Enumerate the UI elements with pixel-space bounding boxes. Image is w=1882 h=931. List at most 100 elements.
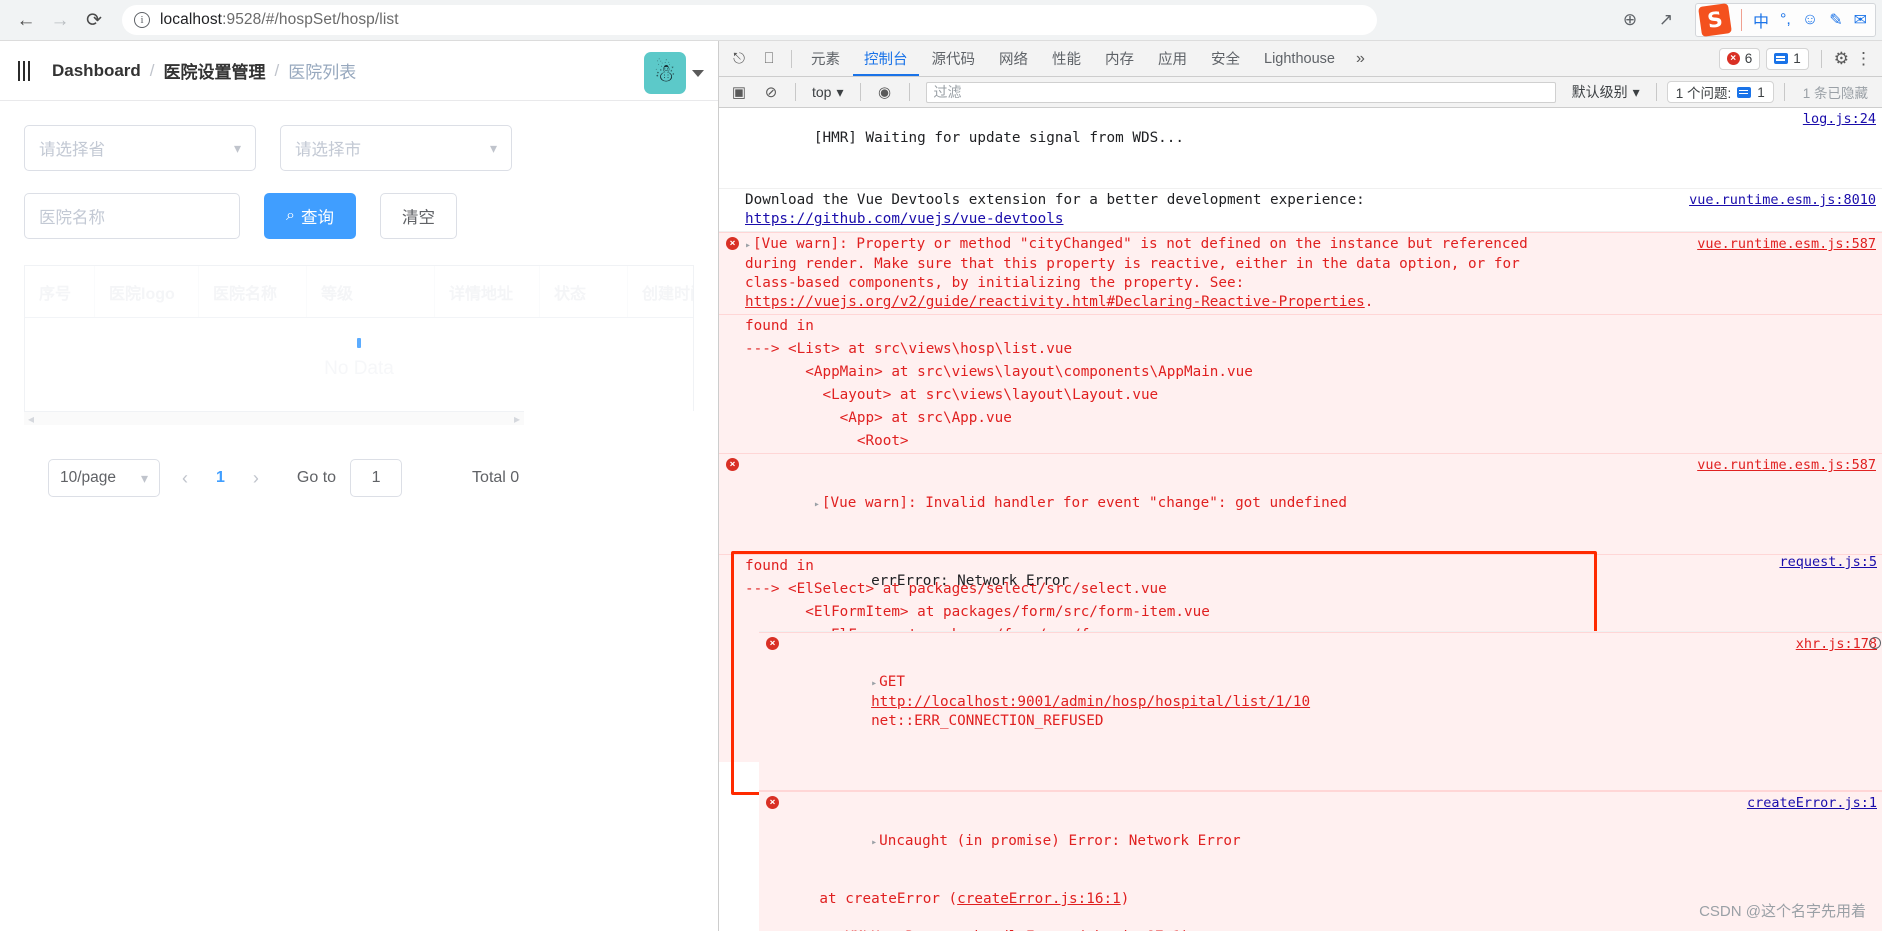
- table-horizontal-scrollbar[interactable]: ◂ ▸: [24, 411, 524, 426]
- clock-icon: [1869, 637, 1881, 649]
- tab-lighthouse[interactable]: Lighthouse: [1253, 41, 1346, 76]
- breadcrumb-item-dashboard[interactable]: Dashboard: [52, 61, 141, 81]
- sogou-ime-toolbar[interactable]: S 中 °, ☺ ✎ ✉: [1694, 3, 1876, 37]
- error-icon: ×: [1726, 52, 1740, 65]
- console-source-link[interactable]: createError.js:1: [1747, 794, 1877, 813]
- hospital-name-input[interactable]: 医院名称: [24, 193, 240, 239]
- device-toolbar-icon[interactable]: ⎕: [755, 46, 783, 72]
- goto-page-input[interactable]: 1: [350, 459, 403, 497]
- ime-mic-icon[interactable]: ✉: [1854, 10, 1867, 30]
- app-content: 请选择省 ▾ 请选择市 ▾ 医院名称 ⌕ 查询 清空 序号 医院logo 医院名…: [0, 101, 718, 497]
- expand-triangle-icon[interactable]: ▸: [871, 678, 877, 689]
- forward-icon[interactable]: →: [44, 4, 76, 36]
- page-size-value: 10/page: [60, 469, 117, 486]
- tab-network[interactable]: 网络: [988, 41, 1039, 76]
- live-expression-eye-icon[interactable]: ◉: [871, 79, 899, 105]
- watermark: CSDN @这个名字先用着: [1699, 903, 1866, 920]
- console-output[interactable]: [HMR] Waiting for update signal from WDS…: [719, 108, 1882, 931]
- vue-devtools-link[interactable]: https://github.com/vuejs/vue-devtools: [745, 211, 1063, 227]
- clear-button[interactable]: 清空: [379, 193, 457, 239]
- menu-toggle-icon[interactable]: [18, 60, 30, 81]
- ime-pen-icon[interactable]: ✎: [1829, 10, 1842, 30]
- issues-label: 1 个问题:: [1675, 86, 1732, 101]
- execution-context-select[interactable]: top ▾: [806, 84, 850, 101]
- message-count-badge[interactable]: 1: [1766, 47, 1809, 70]
- ime-punctuation-icon[interactable]: °,: [1780, 11, 1791, 29]
- search-button[interactable]: ⌕ 查询: [264, 193, 356, 239]
- url-text: localhost:9528/#/hospSet/hosp/list: [160, 11, 399, 29]
- expand-triangle-icon[interactable]: ▸: [745, 240, 751, 251]
- address-bar[interactable]: i localhost:9528/#/hospSet/hosp/list: [122, 5, 1377, 35]
- tab-security[interactable]: 安全: [1200, 41, 1251, 76]
- ime-language-icon[interactable]: 中: [1753, 8, 1769, 32]
- avatar-figure-icon: ☃: [653, 59, 677, 88]
- tab-application[interactable]: 应用: [1147, 41, 1198, 76]
- tab-performance[interactable]: 性能: [1041, 41, 1092, 76]
- clear-console-icon[interactable]: ⊘: [757, 79, 785, 105]
- ime-emoji-icon[interactable]: ☺: [1802, 11, 1818, 29]
- scroll-indicators: ◂ ▸: [28, 412, 520, 426]
- url-host: localhost: [160, 11, 223, 28]
- console-text: errError: Network Error: [871, 573, 1070, 589]
- console-row-errerror-1[interactable]: errError: Network Error request.js:5: [759, 551, 1882, 632]
- console-source-link[interactable]: request.js:5: [1779, 553, 1877, 572]
- prev-page-button[interactable]: ‹: [174, 468, 196, 489]
- console-source-link[interactable]: vue.runtime.esm.js:587: [1697, 456, 1876, 475]
- site-info-icon[interactable]: i: [134, 12, 150, 28]
- stack-line-1-suffix: ): [1120, 891, 1130, 907]
- console-source-link[interactable]: vue.runtime.esm.js:8010: [1689, 191, 1876, 210]
- gear-icon[interactable]: ⚙: [1834, 49, 1849, 69]
- error-count-badge[interactable]: × 6: [1718, 47, 1761, 70]
- tab-elements[interactable]: 元素: [800, 41, 851, 76]
- message-icon: [1774, 53, 1789, 64]
- back-icon[interactable]: ←: [10, 4, 42, 36]
- console-row-trace: <Layout> at src\views\layout\Layout.vue: [719, 384, 1882, 407]
- breadcrumb-item-hospital-settings[interactable]: 医院设置管理: [164, 58, 266, 83]
- stack-line-1-link[interactable]: createError.js:16:1: [957, 891, 1121, 907]
- console-row-vue-warn-change[interactable]: × ▸ [Vue warn]: Invalid handler for event…: [719, 453, 1882, 555]
- network-error-group: errError: Network Error request.js:5 × ▸…: [731, 551, 1882, 931]
- request-url-link[interactable]: http://localhost:9001/admin/hosp/hospita…: [871, 694, 1310, 710]
- issues-count: 1: [1757, 84, 1765, 100]
- console-filter-input[interactable]: 过滤: [925, 81, 1556, 103]
- console-source-link[interactable]: xhr.js:178: [1796, 635, 1877, 654]
- avatar[interactable]: ☃: [644, 52, 686, 94]
- stack-line-1-prefix: at createError (: [785, 891, 958, 907]
- city-select[interactable]: 请选择市 ▾: [280, 125, 512, 171]
- sogou-logo-icon[interactable]: S: [1698, 3, 1732, 37]
- tab-sources[interactable]: 源代码: [921, 41, 987, 76]
- expand-triangle-icon[interactable]: ▸: [871, 837, 877, 848]
- reload-icon[interactable]: ⟳: [78, 4, 110, 36]
- console-sidebar-icon[interactable]: ▣: [725, 79, 753, 105]
- console-source-link[interactable]: log.js:24: [1803, 110, 1876, 129]
- console-row-hmr[interactable]: [HMR] Waiting for update signal from WDS…: [719, 108, 1882, 189]
- page-size-select[interactable]: 10/page ▾: [48, 459, 160, 497]
- console-row-vue-warn-citychanged[interactable]: × ▸ [Vue warn]: Property or method "cityC…: [719, 232, 1882, 315]
- chevron-down-icon[interactable]: [692, 69, 704, 77]
- more-tabs-icon[interactable]: »: [1348, 50, 1373, 68]
- tab-console[interactable]: 控制台: [853, 41, 919, 76]
- search-icon: ⌕: [286, 207, 295, 224]
- expand-triangle-icon[interactable]: ▸: [814, 499, 820, 510]
- console-text: Uncaught (in promise) Error: Network Err…: [879, 833, 1241, 849]
- console-source-link[interactable]: vue.runtime.esm.js:587: [1697, 235, 1876, 254]
- page-number-1[interactable]: 1: [210, 469, 231, 487]
- screen: ← → ⟳ i localhost:9528/#/hospSet/hosp/li…: [0, 0, 1882, 931]
- log-level-select[interactable]: 默认级别 ▾: [1566, 82, 1646, 102]
- share-icon[interactable]: ↗: [1655, 9, 1677, 31]
- devtools-status-area: × 6 1 ⚙ ⋮: [1718, 47, 1876, 70]
- province-select[interactable]: 请选择省 ▾: [24, 125, 256, 171]
- next-page-button[interactable]: ›: [245, 468, 267, 489]
- console-row-vue-devtools[interactable]: Download the Vue Devtools extension for …: [719, 189, 1882, 232]
- inspect-element-icon[interactable]: ⎋: [725, 46, 753, 72]
- kebab-menu-icon[interactable]: ⋮: [1855, 49, 1872, 69]
- console-row-get-hospital-list[interactable]: × ▸ GET http://localhost:9001/admin/hosp/…: [759, 632, 1882, 791]
- zoom-icon[interactable]: ⊕: [1619, 9, 1641, 31]
- region-filter-row: 请选择省 ▾ 请选择市 ▾: [24, 125, 694, 171]
- tab-memory[interactable]: 内存: [1094, 41, 1145, 76]
- user-menu[interactable]: ☃: [644, 52, 704, 94]
- error-count-label: 6: [1744, 51, 1753, 66]
- reactivity-docs-link[interactable]: https://vuejs.org/v2/guide/reactivity.ht…: [745, 294, 1365, 310]
- loading-spinner-icon: [357, 338, 361, 348]
- issues-button[interactable]: 1 个问题: 1: [1666, 81, 1774, 103]
